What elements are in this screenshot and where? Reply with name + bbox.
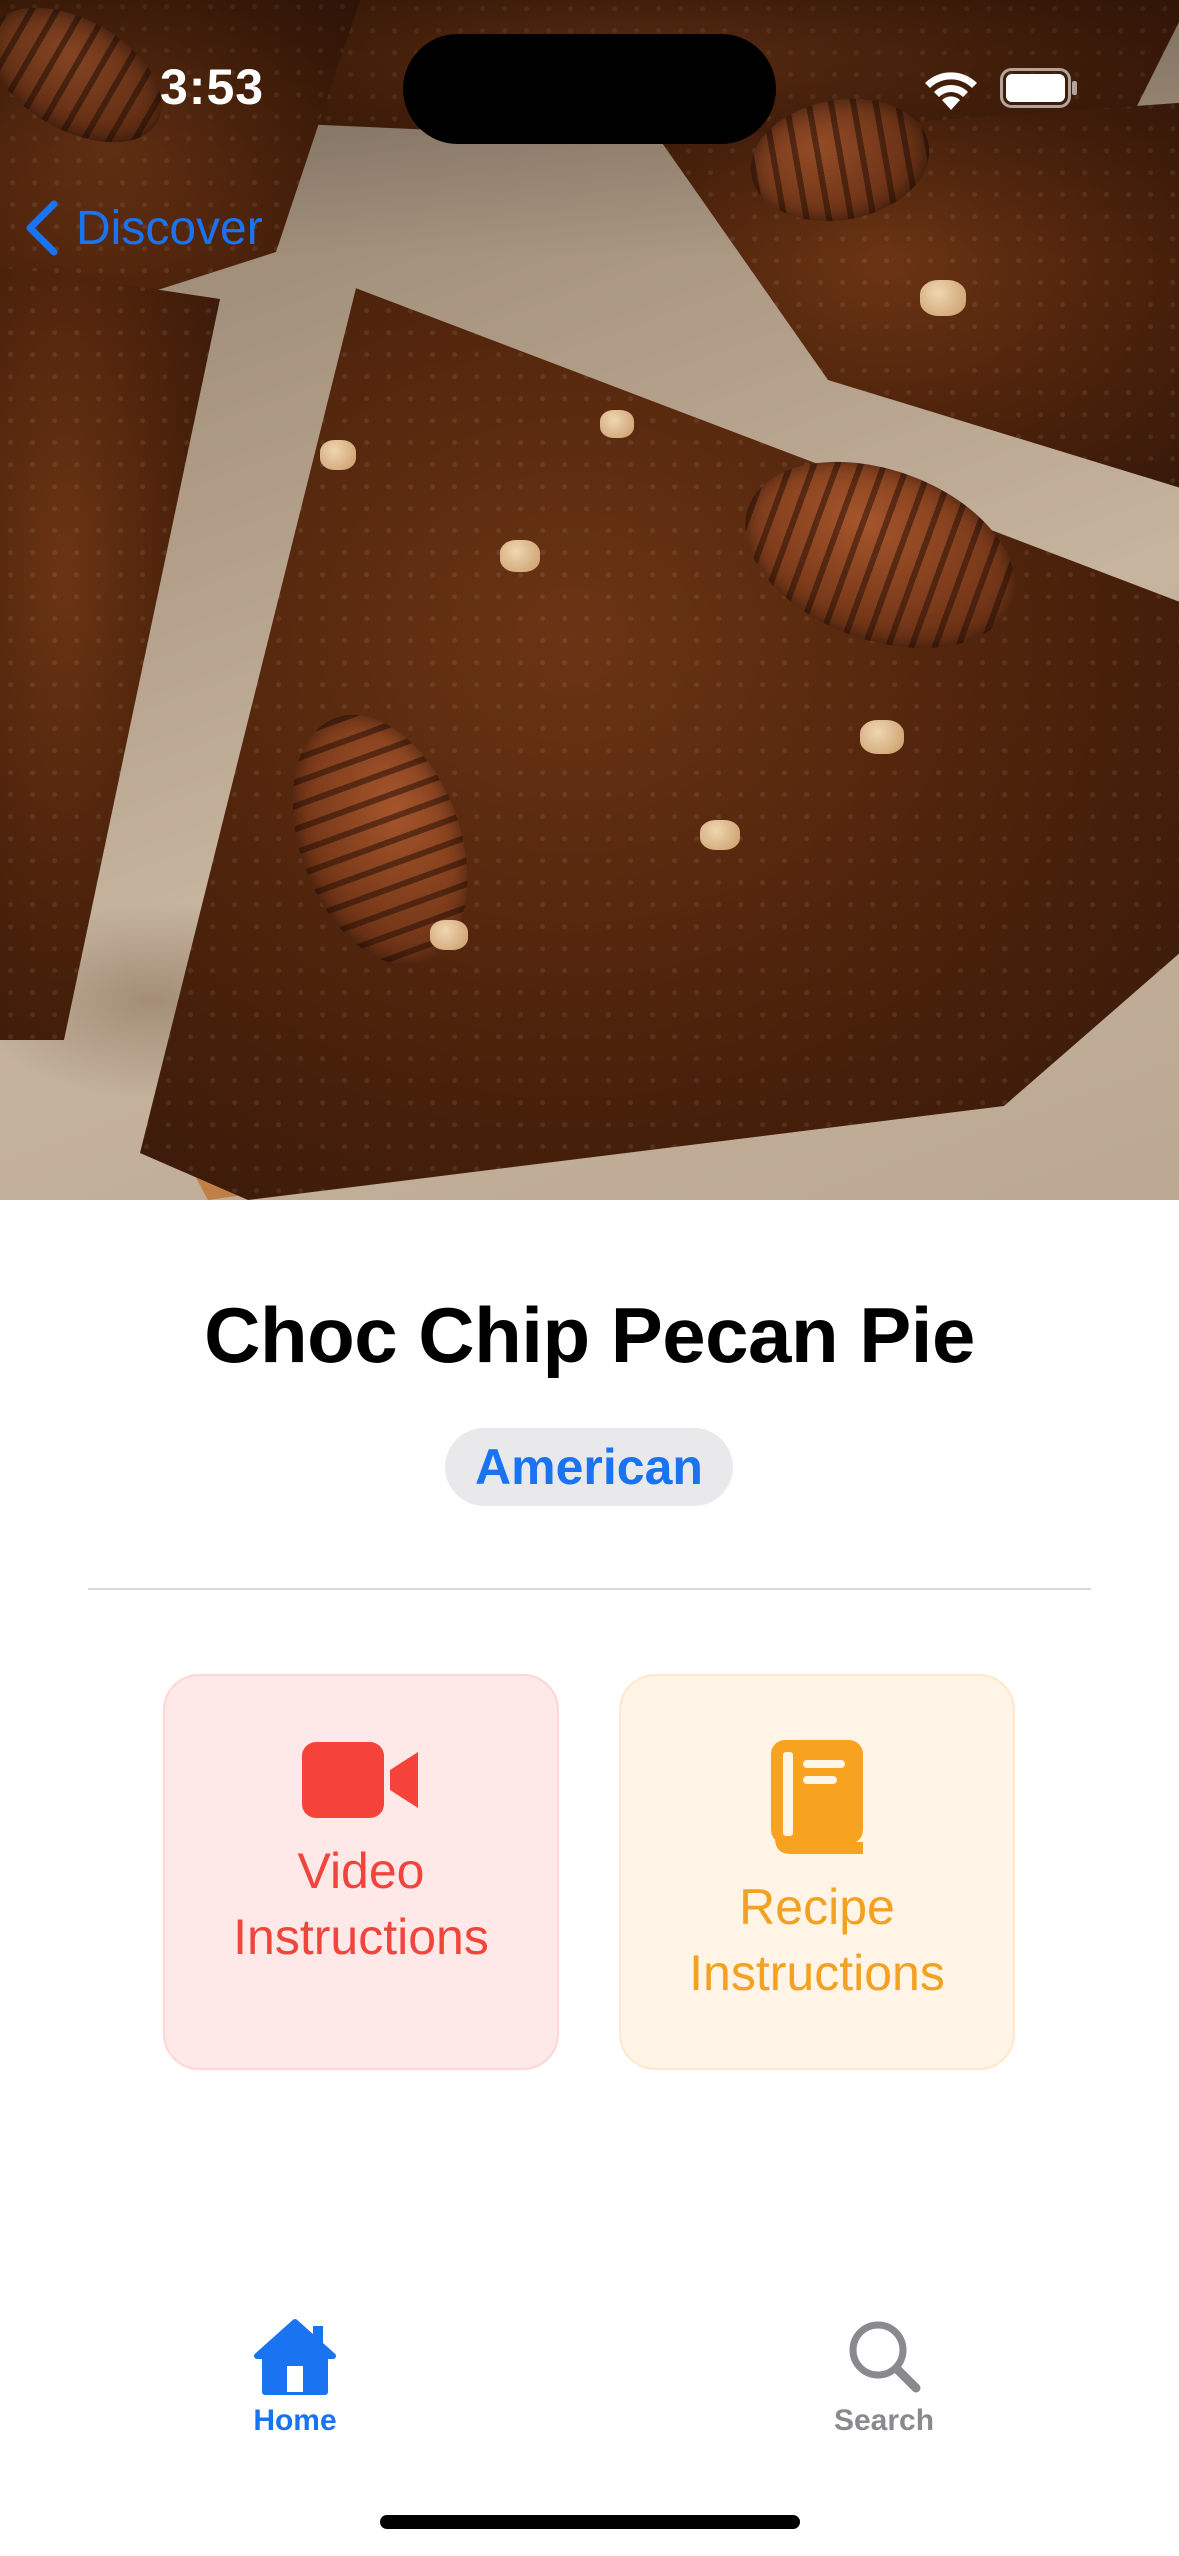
divider <box>88 1588 1091 1590</box>
dynamic-island <box>403 34 776 144</box>
video-camera-icon <box>302 1742 418 1818</box>
chopped-nut <box>430 920 468 950</box>
recipe-title: Choc Chip Pecan Pie <box>204 1291 975 1379</box>
status-time: 3:53 <box>160 59 265 115</box>
cuisine-tag[interactable]: American <box>445 1428 733 1506</box>
tab-search-label: Search <box>833 2404 935 2437</box>
wifi-icon <box>925 72 977 110</box>
chopped-nut <box>600 410 634 438</box>
video-instructions-label: Video Instructions <box>233 1843 489 1965</box>
recipe-instructions-label: Recipe Instructions <box>689 1879 945 2001</box>
back-button[interactable]: Discover <box>24 196 263 260</box>
chopped-nut <box>320 440 356 470</box>
video-instructions-button[interactable]: Video Instructions <box>163 1674 559 2070</box>
battery-icon <box>1000 68 1077 108</box>
chevron-left-icon <box>26 200 58 256</box>
magnifying-glass-icon <box>849 2321 921 2393</box>
chopped-nut <box>860 720 904 754</box>
back-button-label: Discover <box>76 201 263 255</box>
chopped-nut <box>500 540 540 572</box>
tab-search[interactable]: Search <box>764 2316 1004 2456</box>
tab-home-label: Home <box>253 2404 337 2437</box>
tab-home[interactable]: Home <box>175 2316 415 2456</box>
house-icon <box>254 2319 336 2395</box>
chopped-nut <box>920 280 966 316</box>
pie-slice <box>0 260 220 1040</box>
home-indicator <box>380 2515 800 2529</box>
chopped-nut <box>700 820 740 850</box>
recipe-hero-image <box>0 0 1179 1200</box>
book-icon <box>771 1740 863 1854</box>
recipe-instructions-button[interactable]: Recipe Instructions <box>619 1674 1015 2070</box>
cuisine-tag-label: American <box>475 1439 703 1495</box>
